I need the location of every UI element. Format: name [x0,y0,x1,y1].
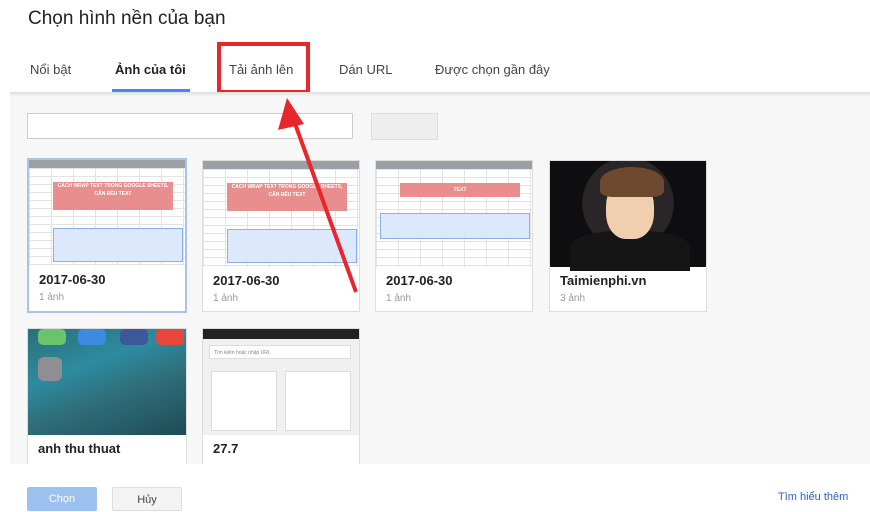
choose-button[interactable]: Chọn [27,487,97,511]
album-thumbnail: CÁCH WRAP TEXT TRONG GOOGLE SHEETS, CĂN … [29,160,185,266]
album-count: 3 ảnh [560,293,586,304]
album-thumbnail-photo [550,161,706,271]
tab-my-photos[interactable]: Ảnh của tôi [115,62,186,77]
album-card[interactable]: CÁCH WRAP TEXT TRONG GOOGLE SHEETS, CĂN … [202,160,360,312]
album-thumbnail: CÁCH WRAP TEXT TRONG GOOGLE SHEETS, CĂN … [203,161,359,267]
album-count: 1 ảnh [386,293,412,304]
album-title: 2017-06-30 [386,273,453,288]
album-thumbnail: TEXT [376,161,532,267]
thumbnail-text: CÁCH WRAP TEXT TRONG GOOGLE SHEETS, CĂN … [53,182,173,210]
album-title: Taimienphi.vn [560,273,647,288]
album-thumbnail-ios [28,329,186,435]
search-input[interactable] [27,113,353,139]
album-card[interactable]: Taimienphi.vn 3 ảnh [549,160,707,312]
album-title: 2017-06-30 [213,273,280,288]
album-card[interactable]: CÁCH WRAP TEXT TRONG GOOGLE SHEETS, CĂN … [27,158,187,313]
thumbnail-text: CÁCH WRAP TEXT TRONG GOOGLE SHEETS, CĂN … [227,183,347,211]
tab-featured[interactable]: Nổi bật [30,62,71,77]
thumbnail-text: TEXT [400,183,520,197]
tab-recent[interactable]: Được chọn gần đây [435,62,550,77]
tab-bar: Nổi bật Ảnh của tôi Tải ảnh lên Dán URL … [0,52,870,94]
dialog-title: Chọn hình nền của bạn [28,8,226,29]
thumbnail-text: Tìm kiếm hoặc nhập URL [209,345,351,359]
upload-tab-highlight-box [217,42,310,94]
album-count: 1 ảnh [213,293,239,304]
album-card[interactable]: Tìm kiếm hoặc nhập URL 27.7 [202,328,360,468]
album-title: 2017-06-30 [39,272,106,287]
album-card[interactable]: TEXT 2017-06-30 1 ảnh [375,160,533,312]
album-title: anh thu thuat [38,441,121,456]
search-button[interactable] [371,113,438,140]
learn-more-link[interactable]: Tìm hiểu thêm [778,491,848,503]
album-title: 27.7 [213,441,239,456]
tab-paste-url[interactable]: Dán URL [339,62,392,77]
album-card[interactable]: anh thu thuat [27,328,187,468]
album-thumbnail-android: Tìm kiếm hoặc nhập URL [203,329,359,435]
album-count: 1 ảnh [39,292,65,303]
cancel-button[interactable]: Hủy [112,487,182,511]
